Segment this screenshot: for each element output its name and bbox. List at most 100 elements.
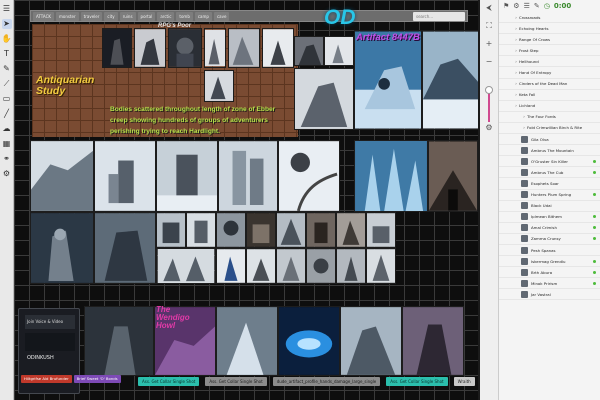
image-tag[interactable]: Ass. Get Collar Single Shot <box>386 377 448 386</box>
image-tile[interactable] <box>276 248 306 284</box>
image-tile[interactable] <box>306 212 336 248</box>
sidebar-item[interactable]: Ambrus The Cub <box>499 167 600 179</box>
image-tag[interactable]: Ass. Get Collar Single Shot <box>205 377 267 386</box>
board-tab[interactable]: monster <box>56 12 79 21</box>
collapse-icon[interactable]: ⮜ <box>483 2 495 14</box>
zoom-slider-handle[interactable] <box>485 86 493 94</box>
zoom-out-icon[interactable]: − <box>483 56 495 68</box>
board-tab[interactable]: traveler <box>80 12 103 21</box>
sidebar-item[interactable]: Black Udai <box>499 201 600 212</box>
image-tile[interactable] <box>324 36 354 66</box>
settings-icon[interactable]: ⚙ <box>483 122 495 134</box>
zoom-slider-track[interactable] <box>488 92 490 122</box>
image-tile[interactable] <box>168 28 202 68</box>
board-tab[interactable]: arctic <box>157 12 175 21</box>
image-tile[interactable] <box>278 306 340 376</box>
board-tab[interactable]: ruins <box>119 12 136 21</box>
sidebar-item[interactable]: › Crossroads <box>499 12 600 24</box>
board-search-input[interactable]: search... <box>413 12 465 21</box>
image-tile[interactable] <box>84 306 154 376</box>
board-tab[interactable]: ATTACK <box>33 12 55 21</box>
image-tile[interactable] <box>156 140 218 212</box>
sidebar-item[interactable]: Pesh Spanas <box>499 245 600 257</box>
shape-icon[interactable]: ▭ <box>2 94 12 104</box>
image-tile[interactable] <box>340 306 402 376</box>
board-tab[interactable]: camp <box>194 12 212 21</box>
sidebar-item[interactable]: › Hand Of Entropy <box>499 67 600 79</box>
board-tab[interactable]: portal <box>137 12 156 21</box>
sidebar-item[interactable]: › Echoing Hearts <box>499 23 600 35</box>
brush-icon[interactable]: ⟋ <box>2 79 12 89</box>
sidebar-item[interactable]: Ambrus The Mountain <box>499 145 600 157</box>
image-tile[interactable] <box>276 212 306 248</box>
image-tile[interactable] <box>216 248 246 284</box>
sidebar-item[interactable]: Hunters Plum Spring <box>499 190 600 201</box>
image-tile[interactable] <box>336 212 366 248</box>
image-tile[interactable] <box>402 306 464 376</box>
hand-icon[interactable]: ✋ <box>2 34 12 44</box>
board-canvas[interactable]: ATTACK monster traveler city ruins portal arct… <box>14 0 478 400</box>
sidebar-item[interactable]: › Lichland <box>499 101 600 112</box>
sidebar-item[interactable]: Amal Crimish <box>499 223 600 234</box>
sidebar-item[interactable]: › Frost Step <box>499 45 600 57</box>
overlay-button[interactable]: Brief Sweet 'O' Bonds <box>73 375 121 383</box>
image-tile[interactable] <box>262 28 294 68</box>
sidebar-item[interactable]: Jar Vastral <box>499 289 600 301</box>
image-icon[interactable]: ▦ <box>2 139 12 149</box>
image-tile[interactable] <box>306 248 336 284</box>
sidebar-item[interactable]: Minok Prirism <box>499 278 600 290</box>
pointer-icon[interactable]: ➤ <box>1 19 12 29</box>
cloud-icon[interactable]: ☁ <box>2 124 12 134</box>
sidebar-item[interactable]: › Hellhound <box>499 56 600 68</box>
tool-b-icon[interactable]: ⚙ <box>513 2 519 10</box>
image-tile[interactable] <box>422 30 478 130</box>
zoom-in-icon[interactable]: + <box>483 38 495 50</box>
pen-icon[interactable]: ✎ <box>2 64 12 74</box>
board-tab[interactable]: tomb <box>176 12 193 21</box>
image-tile[interactable] <box>278 140 340 212</box>
image-tile[interactable] <box>218 140 278 212</box>
image-tile[interactable] <box>30 212 94 284</box>
fullscreen-icon[interactable]: ⛶ <box>483 20 495 32</box>
voice-video-overlay[interactable]: Join Voice & Video ODINKUSH Hiltgrifse A… <box>18 308 121 394</box>
image-tile[interactable] <box>366 248 396 284</box>
menu-icon[interactable]: ☰ <box>2 4 12 14</box>
image-tag[interactable]: Ass. Get Collar Single Shot <box>138 377 200 386</box>
image-tile[interactable] <box>156 212 186 248</box>
tool-a-icon[interactable]: ⚑ <box>503 2 509 10</box>
sidebar-item[interactable]: Iskermag Grendlu <box>499 256 600 268</box>
sidebar-item[interactable]: › Range Of Crows <box>499 34 600 46</box>
image-tile[interactable] <box>204 70 234 102</box>
sidebar-item[interactable]: Iplmean Bithem <box>499 212 600 223</box>
line-icon[interactable]: ╱ <box>2 109 12 119</box>
image-tag[interactable]: dude_artifact_profile_hands_damage_large… <box>272 377 381 386</box>
sidebar-item[interactable]: Gila Olva <box>499 134 600 146</box>
sidebar-item[interactable]: › The Four Fords <box>499 112 600 123</box>
image-tile[interactable] <box>336 248 366 284</box>
text-icon[interactable]: T <box>2 49 12 59</box>
image-tile[interactable] <box>204 28 226 68</box>
voice-header[interactable]: Join Voice & Video <box>25 315 75 329</box>
image-tile[interactable] <box>94 140 156 212</box>
image-tile[interactable] <box>216 306 278 376</box>
artifact-image[interactable] <box>354 30 422 130</box>
image-tag[interactable]: Wraith <box>453 377 475 386</box>
image-tile[interactable] <box>354 140 428 212</box>
image-tile[interactable] <box>30 140 94 212</box>
image-tile[interactable] <box>156 248 216 284</box>
image-tile[interactable] <box>228 28 260 68</box>
sidebar-item[interactable]: › Cinders of the Dead Man <box>499 79 600 90</box>
sidebar-item[interactable]: Brth Abura <box>499 267 600 279</box>
board-tab[interactable]: cave <box>213 12 230 21</box>
sidebar-item[interactable]: Zamma Crunsy <box>499 234 600 245</box>
image-tile[interactable] <box>186 212 216 248</box>
board-tab[interactable]: city <box>104 12 118 21</box>
image-tile[interactable] <box>294 36 324 66</box>
image-tile[interactable] <box>428 140 478 212</box>
settings-icon[interactable]: ⚙ <box>2 169 12 179</box>
image-tile[interactable] <box>246 248 276 284</box>
tool-d-icon[interactable]: ✎ <box>534 2 540 10</box>
sidebar-item[interactable]: › Keta Fall <box>499 90 600 101</box>
sidebar-item[interactable]: Esophets Soar <box>499 178 600 190</box>
image-tile[interactable] <box>216 212 246 248</box>
